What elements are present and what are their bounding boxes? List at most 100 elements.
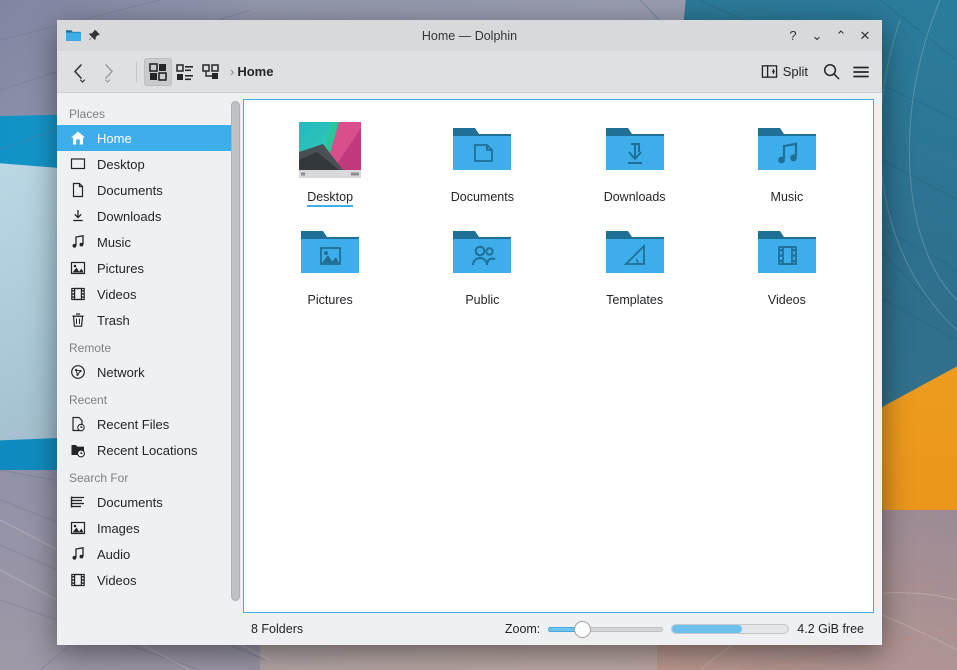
file-item-label: Music <box>771 190 804 204</box>
trash-icon <box>69 311 87 329</box>
zoom-slider[interactable] <box>548 620 663 638</box>
file-item-music[interactable]: Music <box>711 114 863 207</box>
file-view[interactable]: Desktop Documents <box>243 99 874 613</box>
recent-folder-icon <box>69 441 87 459</box>
sidebar-section-recent: Recent <box>57 385 243 411</box>
window-title: Home — Dolphin <box>57 29 882 43</box>
sidebar-item-label: Videos <box>97 573 137 588</box>
sidebar-section-places: Places <box>57 99 243 125</box>
sidebar-item-recent-files[interactable]: Recent Files <box>57 411 239 437</box>
maximize-button[interactable]: ⌃ <box>830 25 852 47</box>
download-icon <box>69 207 87 225</box>
file-item-label: Videos <box>768 293 806 307</box>
sidebar-item-network[interactable]: Network <box>57 359 239 385</box>
view-icons-button[interactable] <box>144 58 172 86</box>
folder-videos-icon <box>755 221 819 285</box>
sidebar-item-label: Documents <box>97 183 163 198</box>
file-item-label: Templates <box>606 293 663 307</box>
sidebar-item-label: Trash <box>97 313 130 328</box>
capacity-bar-fill <box>672 625 742 633</box>
free-space-label: 4.2 GiB free <box>797 622 864 636</box>
file-item-templates[interactable]: Templates <box>559 217 711 307</box>
pin-icon[interactable] <box>83 25 105 47</box>
sidebar-item-label: Network <box>97 365 145 380</box>
sidebar-item-music[interactable]: Music <box>57 229 239 255</box>
sidebar-item-pictures[interactable]: Pictures <box>57 255 239 281</box>
sidebar-scrollbar-thumb[interactable] <box>231 101 240 601</box>
folder-music-icon <box>755 118 819 182</box>
document-icon <box>69 181 87 199</box>
wallpaper-thumbnail <box>298 118 362 182</box>
file-item-desktop[interactable]: Desktop <box>254 114 406 207</box>
sidebar-item-label: Pictures <box>97 261 144 276</box>
sidebar-section-remote: Remote <box>57 333 243 359</box>
sidebar-item-downloads[interactable]: Downloads <box>57 203 239 229</box>
file-item-label: Pictures <box>308 293 353 307</box>
sidebar-section-search-for: Search For <box>57 463 243 489</box>
file-item-downloads[interactable]: Downloads <box>559 114 711 207</box>
folder-pictures-icon <box>298 221 362 285</box>
file-item-label: Public <box>465 293 499 307</box>
sidebar-item-label: Images <box>97 521 140 536</box>
search-documents-icon <box>69 493 87 511</box>
split-button[interactable]: Split <box>755 58 814 86</box>
desktop-background: Home — Dolphin ? ⌄ ⌃ ✕ <box>0 0 957 670</box>
zoom-slider-handle[interactable] <box>574 621 591 638</box>
sidebar-item-label: Documents <box>97 495 163 510</box>
search-videos-icon <box>69 571 87 589</box>
file-item-label: Desktop <box>307 190 353 207</box>
folder-public-icon <box>450 221 514 285</box>
sidebar-item-search-images[interactable]: Images <box>57 515 239 541</box>
folder-icon <box>63 26 83 46</box>
sidebar-item-label: Home <box>97 131 132 146</box>
video-icon <box>69 285 87 303</box>
sidebar-item-search-documents[interactable]: Documents <box>57 489 239 515</box>
minimize-button[interactable]: ⌄ <box>806 25 828 47</box>
network-icon <box>69 363 87 381</box>
search-audio-icon <box>69 545 87 563</box>
sidebar-item-label: Desktop <box>97 157 145 172</box>
back-button[interactable] <box>65 58 93 86</box>
dolphin-window: Home — Dolphin ? ⌄ ⌃ ✕ <box>57 20 882 645</box>
view-tree-button[interactable] <box>198 58 224 86</box>
places-sidebar: Places Home <box>57 93 243 645</box>
home-icon <box>69 129 87 147</box>
breadcrumb-separator-icon: › <box>230 64 234 79</box>
forward-button[interactable] <box>95 58 123 86</box>
help-button[interactable]: ? <box>782 25 804 47</box>
sidebar-item-label: Recent Files <box>97 417 169 432</box>
hamburger-icon[interactable] <box>848 58 874 86</box>
sidebar-item-documents[interactable]: Documents <box>57 177 239 203</box>
sidebar-item-search-videos[interactable]: Videos <box>57 567 239 593</box>
sidebar-item-label: Videos <box>97 287 137 302</box>
breadcrumb-home[interactable]: Home <box>237 64 273 79</box>
file-item-pictures[interactable]: Pictures <box>254 217 406 307</box>
sidebar-item-search-audio[interactable]: Audio <box>57 541 239 567</box>
close-button[interactable]: ✕ <box>854 25 876 47</box>
status-bar: 8 Folders Zoom: 4.2 GiB free <box>243 613 874 645</box>
file-item-public[interactable]: Public <box>406 217 558 307</box>
sidebar-item-trash[interactable]: Trash <box>57 307 239 333</box>
sidebar-item-recent-locations[interactable]: Recent Locations <box>57 437 239 463</box>
status-item-count: 8 Folders <box>251 622 303 636</box>
window-titlebar: Home — Dolphin ? ⌄ ⌃ ✕ <box>57 20 882 51</box>
search-icon[interactable] <box>818 58 844 86</box>
folder-templates-icon <box>603 221 667 285</box>
sidebar-item-label: Music <box>97 235 131 250</box>
file-item-label: Downloads <box>604 190 666 204</box>
sidebar-item-desktop[interactable]: Desktop <box>57 151 239 177</box>
picture-icon <box>69 259 87 277</box>
toolbar-divider <box>136 62 137 82</box>
file-item-videos[interactable]: Videos <box>711 217 863 307</box>
view-details-button[interactable] <box>172 58 198 86</box>
file-item-documents[interactable]: Documents <box>406 114 558 207</box>
sidebar-item-videos[interactable]: Videos <box>57 281 239 307</box>
file-item-label: Documents <box>451 190 514 204</box>
search-images-icon <box>69 519 87 537</box>
sidebar-item-label: Recent Locations <box>97 443 197 458</box>
sidebar-scrollbar[interactable] <box>231 101 240 621</box>
sidebar-item-home[interactable]: Home <box>57 125 239 151</box>
file-grid: Desktop Documents <box>254 114 863 307</box>
sidebar-item-label: Downloads <box>97 209 161 224</box>
capacity-bar <box>671 624 789 634</box>
